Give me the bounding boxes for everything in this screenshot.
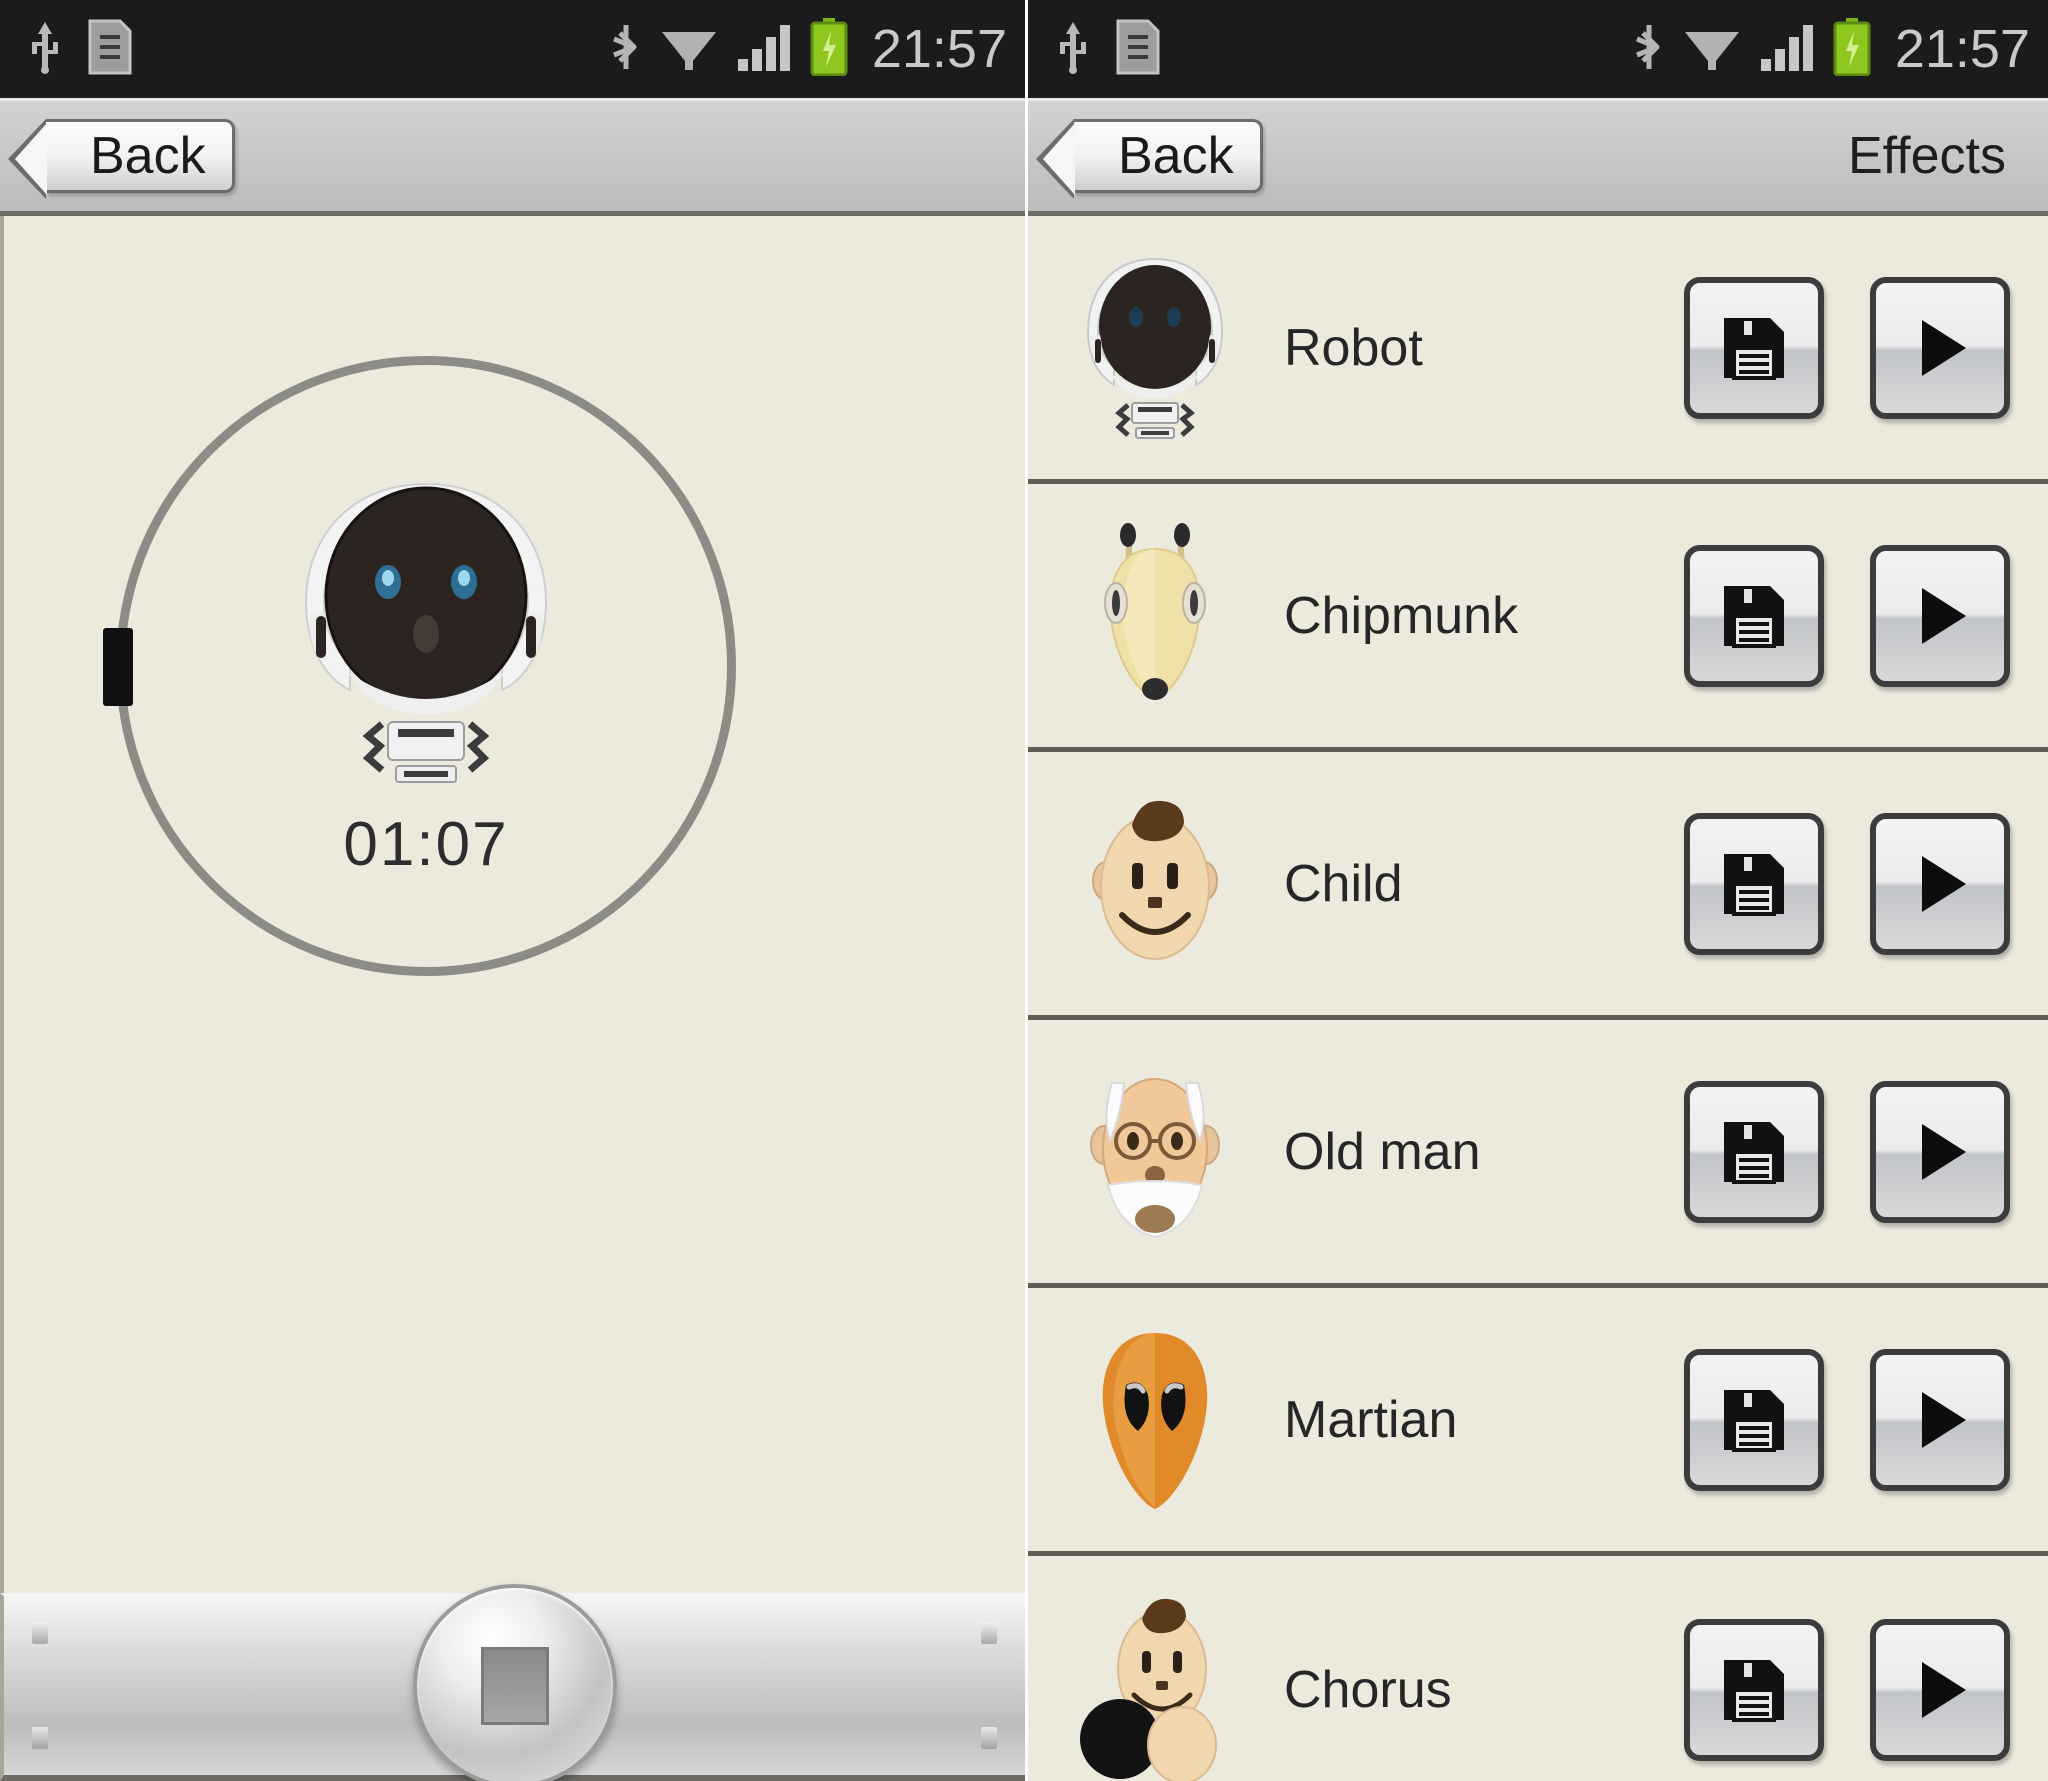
list-item[interactable]: Old man [1028, 1020, 2048, 1288]
wifi-icon [1683, 22, 1741, 77]
status-icons-left [28, 19, 132, 80]
floppy-disk-icon [1724, 1389, 1784, 1452]
play-triangle-icon [1922, 1391, 1966, 1448]
play-triangle-icon [1922, 587, 1966, 644]
signal-bars-icon [1759, 21, 1815, 78]
play-triangle-icon [1922, 319, 1966, 376]
play-triangle-icon [1922, 1123, 1966, 1180]
back-button-label: Back [1118, 127, 1234, 185]
bluetooth-icon [1633, 19, 1665, 80]
list-item[interactable]: Robot [1028, 216, 2048, 484]
recorder-content: 01:07 [0, 216, 1025, 1593]
screw-icon-top-left [32, 1622, 48, 1644]
usb-icon [28, 20, 62, 79]
save-button[interactable] [1684, 1348, 1824, 1491]
status-bar-right: 21:57 [1028, 0, 2048, 98]
play-button[interactable] [1870, 1080, 2010, 1223]
play-button[interactable] [1870, 544, 2010, 687]
chipmunk-face-icon [1070, 521, 1240, 711]
list-item[interactable]: Chipmunk [1028, 484, 2048, 752]
screw-icon-bottom-right [981, 1727, 997, 1749]
save-button[interactable] [1684, 1619, 1824, 1761]
stop-square-icon [480, 1646, 549, 1725]
play-button[interactable] [1870, 812, 2010, 955]
effect-label: Old man [1284, 1122, 1481, 1181]
list-item[interactable]: Martian [1028, 1288, 2048, 1556]
status-icons-left-right-screen [1056, 19, 1160, 80]
transport-bar [0, 1583, 1025, 1781]
title-bar-left: Back [0, 98, 1025, 216]
page-title: Effects [1847, 127, 2006, 185]
status-clock: 21:57 [1894, 19, 2030, 79]
robot-face-icon [1070, 253, 1240, 443]
effects-list: Robot Chipmunk Child Old man Martian Cho… [1028, 216, 2048, 1781]
effect-label: Martian [1284, 1390, 1458, 1449]
floppy-disk-icon [1724, 1660, 1784, 1722]
usb-icon [1056, 20, 1090, 79]
effect-label: Child [1284, 854, 1403, 913]
dual-screenshot-container: 21:57 Back 01:07 21:57 Back Effects Robo… [0, 0, 2048, 1781]
list-item[interactable]: Child [1028, 752, 2048, 1020]
play-triangle-icon [1922, 855, 1966, 912]
child-face-icon [1070, 789, 1240, 979]
recording-timer: 01:07 [343, 810, 509, 879]
effect-label: Chipmunk [1284, 586, 1519, 645]
back-button-effects[interactable]: Back [1036, 119, 1263, 199]
status-icons-right: 21:57 [610, 17, 1007, 81]
effect-label: Robot [1284, 318, 1423, 377]
sim-card-icon [1116, 19, 1160, 80]
floppy-disk-icon [1724, 317, 1784, 380]
recorder-screen: 21:57 Back 01:07 [0, 0, 1028, 1781]
signal-bars-icon [736, 21, 792, 78]
old-man-face-icon [1070, 1057, 1240, 1247]
chorus-faces-icon [1070, 1595, 1240, 1781]
effects-screen: 21:57 Back Effects Robot Chipmunk Child … [1028, 0, 2048, 1781]
back-button-label: Back [90, 127, 206, 185]
save-button[interactable] [1684, 544, 1824, 687]
screw-icon-bottom-left [32, 1727, 48, 1749]
martian-face-icon [1070, 1325, 1240, 1515]
play-button[interactable] [1870, 1348, 2010, 1491]
back-button-recorder[interactable]: Back [8, 119, 235, 199]
status-clock: 21:57 [871, 19, 1007, 79]
floppy-disk-icon [1724, 585, 1784, 648]
save-button[interactable] [1684, 276, 1824, 419]
play-button[interactable] [1870, 1619, 2010, 1761]
sim-card-icon [88, 19, 132, 80]
bluetooth-icon [610, 19, 642, 80]
status-icons-right-right-screen: 21:57 [1633, 17, 2030, 81]
effect-label: Chorus [1284, 1661, 1452, 1719]
status-bar-left: 21:57 [0, 0, 1025, 98]
title-bar-right: Back Effects [1028, 98, 2048, 216]
save-button[interactable] [1684, 812, 1824, 955]
battery-icon [810, 17, 848, 81]
wifi-icon [660, 22, 718, 77]
robot-avatar [276, 474, 576, 784]
floppy-disk-icon [1724, 1121, 1784, 1184]
list-item[interactable]: Chorus [1028, 1556, 2048, 1781]
record-dial[interactable]: 01:07 [103, 356, 736, 976]
stop-button[interactable] [412, 1583, 617, 1781]
play-button[interactable] [1870, 276, 2010, 419]
save-button[interactable] [1684, 1080, 1824, 1223]
battery-icon [1833, 17, 1871, 81]
floppy-disk-icon [1724, 853, 1784, 916]
dial-position-marker[interactable] [103, 628, 133, 706]
screw-icon-top-right [981, 1622, 997, 1644]
play-triangle-icon [1922, 1662, 1966, 1718]
